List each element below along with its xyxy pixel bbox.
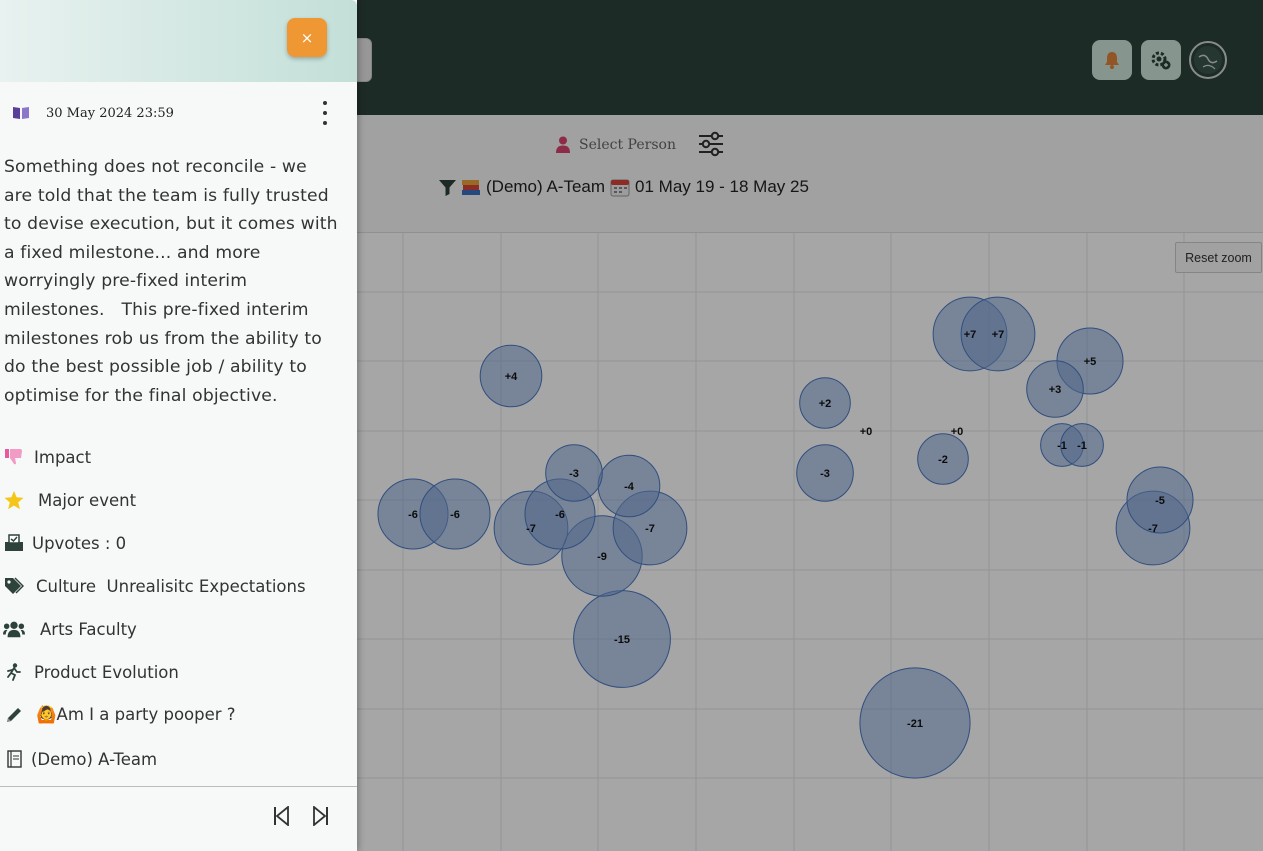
body-line: worryingly pre-fixed interim — [4, 271, 248, 292]
group-label: Arts Faculty — [40, 619, 137, 639]
body-line: optimise for the final objective. — [4, 385, 278, 406]
tags-icon — [3, 576, 25, 596]
author-row: 🙆Am I a party pooper ? — [3, 702, 236, 728]
previous-button[interactable] — [271, 804, 291, 828]
star-icon — [3, 490, 25, 510]
author-label: 🙆Am I a party pooper ? — [36, 705, 236, 724]
activity-label: Product Evolution — [34, 662, 179, 682]
team-label: (Demo) A-Team — [31, 749, 158, 769]
body-line: are told that the team is fully trusted — [4, 185, 329, 206]
next-button[interactable] — [311, 804, 331, 828]
detail-panel: × 30 May 2024 23:59 Something does not r… — [0, 0, 357, 851]
panel-body-text: Something does not reconcile - we are to… — [4, 153, 350, 410]
body-line: milestones. This pre-fixed interim — [4, 299, 309, 320]
body-line: to devise execution, but it comes with — [4, 214, 338, 235]
group-row: Arts Faculty — [3, 616, 137, 642]
team-row: (Demo) A-Team — [3, 746, 157, 772]
users-icon — [3, 619, 25, 639]
kebab-dot — [323, 121, 327, 125]
close-button[interactable]: × — [287, 18, 327, 57]
upvotes-row: Upvotes : 0 — [3, 530, 126, 556]
kebab-dot — [323, 101, 327, 105]
panel-header: × — [0, 0, 357, 82]
major-event-row: Major event — [3, 487, 136, 513]
skip-next-icon — [313, 806, 328, 826]
panel-footer-divider — [0, 786, 357, 787]
upvotes-label: Upvotes : 0 — [32, 533, 127, 553]
panel-date: 30 May 2024 23:59 — [46, 105, 174, 121]
thumbs-down-icon — [3, 447, 25, 467]
panel-meta-row: 30 May 2024 23:59 — [12, 100, 352, 126]
ballot-box-icon — [3, 533, 25, 553]
body-line: milestones rob us from the ability to — [4, 328, 322, 349]
impact-row: Impact — [3, 444, 91, 470]
book-icon — [13, 107, 29, 119]
activity-row: Product Evolution — [3, 659, 179, 685]
body-line: do the best possible job / ability to — [4, 357, 307, 378]
skip-previous-icon — [274, 806, 289, 826]
running-person-icon — [3, 662, 25, 682]
body-line: Something does not reconcile - we — [4, 157, 307, 177]
notebook-icon — [3, 749, 25, 769]
tags-label: Culture Unrealisitc Expectations — [36, 576, 306, 596]
pencil-icon — [3, 705, 25, 725]
impact-label: Impact — [34, 447, 92, 467]
tags-row: Culture Unrealisitc Expectations — [3, 573, 306, 599]
more-options-button[interactable] — [320, 100, 330, 126]
major-event-label: Major event — [38, 490, 137, 510]
body-line: a fixed milestone... and more — [4, 242, 261, 263]
kebab-dot — [323, 111, 327, 115]
